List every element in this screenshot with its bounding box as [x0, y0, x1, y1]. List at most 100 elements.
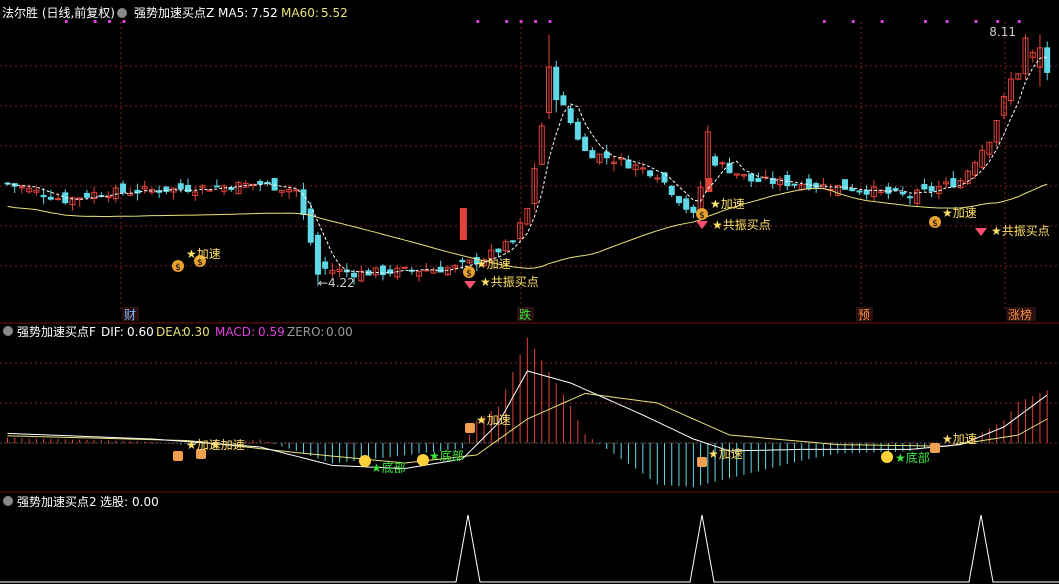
candle[interactable] [986, 141, 993, 159]
candle[interactable] [647, 169, 654, 179]
candle[interactable] [1015, 73, 1022, 81]
candle[interactable] [394, 265, 401, 281]
candle[interactable] [979, 144, 986, 169]
chevron-down-icon[interactable] [3, 326, 13, 336]
candle[interactable] [1008, 71, 1015, 105]
candle[interactable] [221, 183, 228, 196]
candle-body [307, 208, 314, 243]
resonance-marker: ★共振买点 [480, 275, 539, 289]
candle[interactable] [105, 191, 112, 203]
candle[interactable] [740, 174, 747, 180]
candle[interactable] [914, 187, 921, 206]
candle[interactable] [704, 125, 711, 184]
candle[interactable] [863, 184, 870, 200]
candle[interactable] [574, 117, 581, 141]
candle[interactable] [517, 218, 524, 243]
candle[interactable] [271, 177, 278, 191]
candle[interactable] [509, 239, 516, 245]
candle[interactable] [524, 207, 531, 226]
candle-body [582, 136, 589, 152]
candle[interactable] [625, 155, 632, 169]
candle[interactable] [971, 160, 978, 179]
candle[interactable] [264, 180, 271, 186]
candle[interactable] [654, 174, 661, 183]
smiley-icon [881, 451, 893, 463]
candle[interactable] [40, 188, 47, 205]
candle[interactable] [993, 119, 1000, 147]
candle[interactable] [242, 180, 249, 189]
candle[interactable] [589, 147, 596, 159]
candle[interactable] [755, 172, 762, 183]
candle[interactable] [957, 177, 964, 189]
candle[interactable] [567, 105, 574, 125]
candle[interactable] [675, 195, 682, 206]
candle[interactable] [777, 175, 784, 191]
candle[interactable] [964, 169, 971, 185]
signal-dot [923, 20, 927, 23]
candle[interactable] [928, 182, 935, 198]
candle-body [18, 186, 25, 189]
candle[interactable] [719, 161, 726, 169]
candle[interactable] [596, 153, 603, 165]
chevron-down-icon[interactable] [3, 496, 13, 506]
candle-body [574, 121, 581, 140]
candle[interactable] [842, 179, 849, 190]
candle[interactable] [228, 185, 235, 192]
candle[interactable] [943, 176, 950, 189]
candle[interactable] [83, 189, 90, 200]
chevron-down-icon[interactable] [117, 8, 127, 18]
candle[interactable] [553, 60, 560, 113]
candle[interactable] [733, 173, 740, 179]
candle[interactable] [603, 144, 610, 165]
candle[interactable] [610, 155, 617, 172]
candle[interactable] [156, 185, 163, 198]
candle[interactable] [582, 133, 589, 152]
candle[interactable] [683, 195, 690, 214]
accel-marker: ★加速 [476, 413, 511, 427]
candle[interactable] [466, 259, 473, 265]
candle[interactable] [1029, 49, 1036, 63]
candle[interactable] [618, 153, 625, 167]
candle[interactable] [668, 185, 675, 198]
candle[interactable] [307, 202, 314, 246]
candle[interactable] [185, 178, 191, 194]
candle[interactable] [632, 162, 639, 177]
candle[interactable] [365, 268, 372, 276]
candle[interactable] [921, 178, 928, 191]
candle[interactable] [907, 194, 913, 205]
candle[interactable] [1022, 34, 1029, 81]
accel-marker: ★加速 [186, 247, 221, 261]
candle[interactable] [1044, 41, 1051, 81]
candle[interactable] [538, 122, 545, 166]
candle-body [726, 162, 733, 174]
candle[interactable] [213, 179, 220, 188]
candle[interactable] [91, 186, 98, 204]
candle[interactable] [358, 265, 365, 283]
candle[interactable] [712, 153, 719, 167]
candle[interactable] [278, 189, 285, 197]
candle[interactable] [322, 257, 329, 275]
candle[interactable] [192, 186, 199, 201]
candle-body [690, 206, 697, 213]
candle[interactable] [813, 181, 820, 193]
candle-body [314, 234, 321, 275]
signal-dot [122, 20, 126, 23]
candle[interactable] [690, 204, 697, 219]
candle[interactable] [387, 265, 394, 277]
candle[interactable] [531, 162, 538, 211]
candle[interactable] [950, 170, 957, 188]
candle[interactable] [820, 177, 827, 190]
candle[interactable] [560, 91, 567, 106]
candle-body [921, 184, 928, 190]
candle[interactable] [502, 239, 509, 254]
candle[interactable] [661, 172, 668, 185]
candle[interactable] [127, 187, 134, 197]
candle[interactable] [416, 271, 423, 282]
candle[interactable] [401, 266, 408, 269]
candle[interactable] [379, 264, 386, 281]
candle[interactable] [748, 173, 755, 188]
candle[interactable] [1036, 34, 1043, 87]
candle[interactable] [141, 180, 148, 194]
candle[interactable] [423, 262, 430, 272]
stock-chart[interactable]: 法尔胜 (日线,前复权) 强势加速买点Z MA5: 7.52 MA60: 5.52 8.11… [0, 0, 1059, 584]
